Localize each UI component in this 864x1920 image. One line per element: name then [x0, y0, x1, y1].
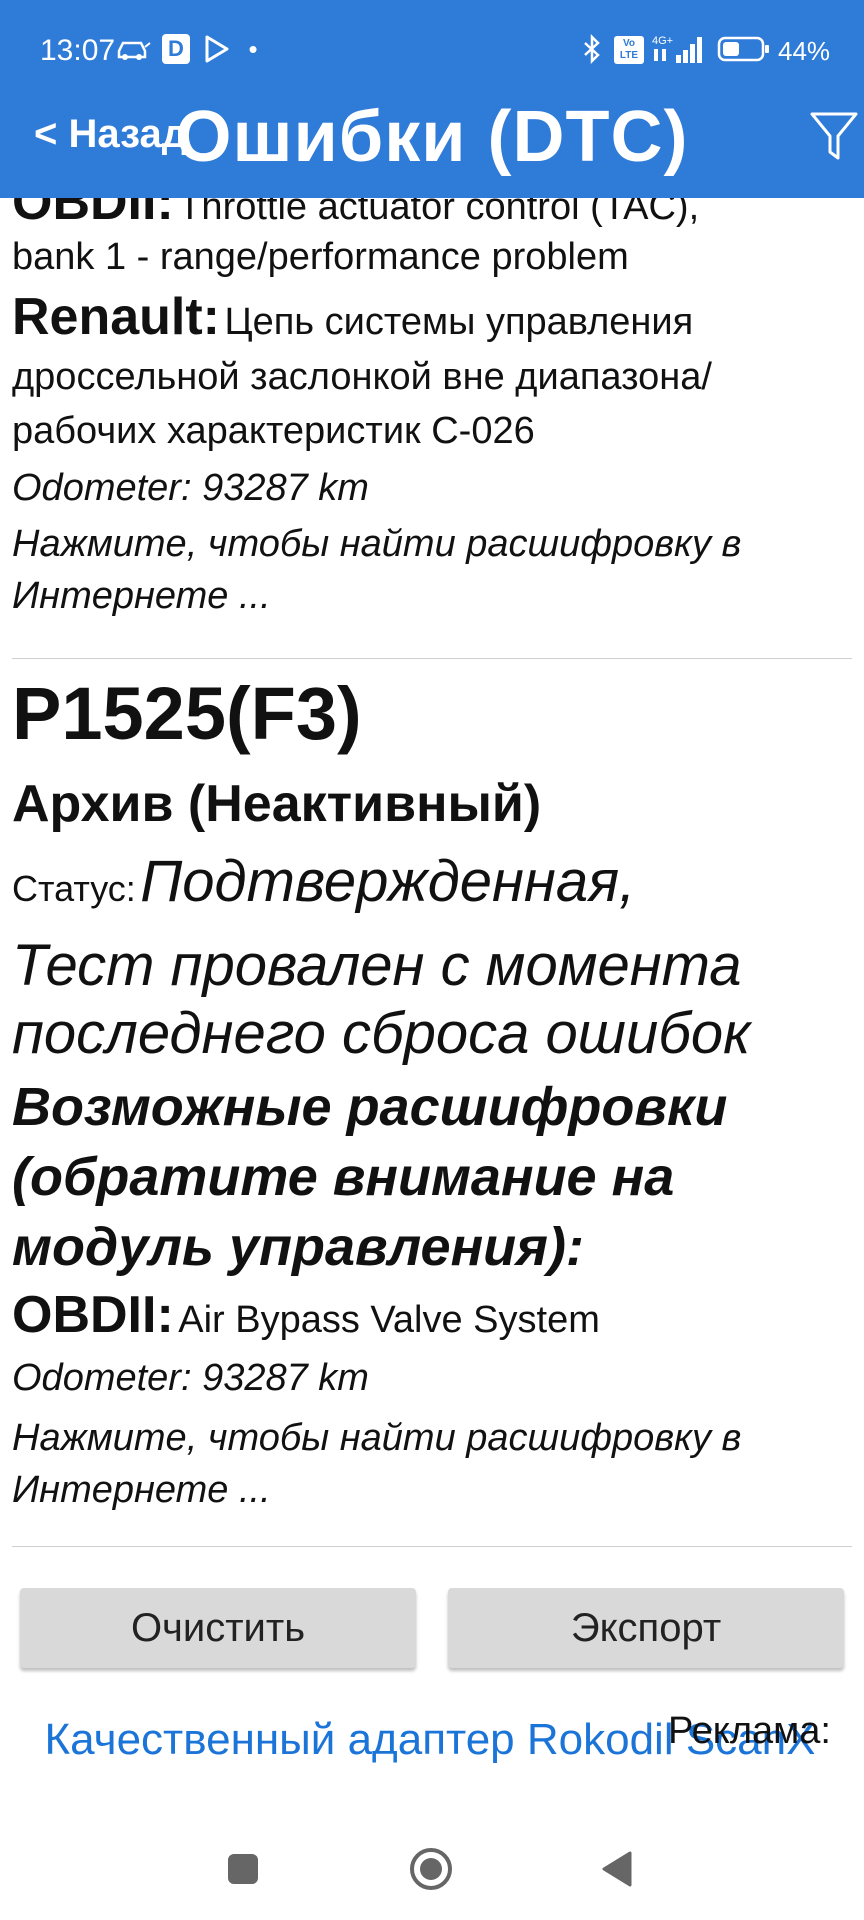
obd-description-cont: bank 1 - range/performance problem [12, 236, 629, 278]
possible-heading: Возможные расшифровки [12, 1077, 728, 1137]
maker-label: Renault: [12, 288, 220, 346]
triangle-back-icon[interactable] [600, 1850, 634, 1893]
dtc-code: P1525(F3) [12, 672, 362, 755]
status-bar: 13:07 D • Vo LTE 4G+ 44% [0, 0, 864, 100]
status-value: Подтвержденная, [140, 849, 636, 914]
obd-description: Throttle actuator control (TAC), [178, 198, 700, 228]
odometer: Odometer: 93287 km [12, 1357, 369, 1399]
obd-label: OBDII: [12, 1286, 174, 1344]
car-icon [112, 32, 154, 66]
possible-heading-cont: (обратите внимание на [12, 1147, 675, 1207]
maker-description-cont: дроссельной заслонкой вне диапазона/ [12, 356, 712, 398]
battery-percent: 44% [778, 36, 831, 66]
navigation-bar [0, 1820, 864, 1920]
battery-icon [716, 32, 772, 66]
circle-icon[interactable] [408, 1846, 454, 1897]
search-link-cont[interactable]: Интернете ... [12, 570, 852, 622]
export-button[interactable]: Экспорт [448, 1588, 844, 1668]
maker-description: Цепь системы управления [224, 301, 694, 343]
search-link-cont[interactable]: Интернете ... [12, 1464, 852, 1516]
dtc-entry-top[interactable]: OBDII: Throttle actuator control (TAC), … [12, 198, 852, 622]
play-store-icon [202, 32, 232, 66]
status-line: Статус: Подтвержденная, [12, 848, 852, 932]
dtc-archive-state: Архив (Неактивный) [12, 775, 542, 833]
notification-dot-icon: • [248, 33, 258, 64]
obd-description: Air Bypass Valve System [178, 1299, 600, 1341]
square-icon[interactable] [226, 1852, 260, 1891]
divider [12, 1546, 852, 1547]
possible-heading-cont: модуль управления): [12, 1217, 584, 1277]
dtc-entry[interactable]: P1525(F3) Архив (Неактивный) Статус: Под… [12, 664, 852, 1516]
status-label: Статус: [12, 868, 136, 909]
page-title: Ошибки (DTC) [175, 97, 689, 177]
divider [12, 658, 852, 659]
obd-line: OBDII: Throttle actuator control (TAC), [12, 198, 852, 230]
volte-icon: Vo LTE [614, 36, 644, 64]
signal-icon: 4G+ [650, 32, 706, 66]
odometer: Odometer: 93287 km [12, 467, 369, 509]
bluetooth-icon [578, 32, 606, 66]
dtc-list[interactable]: OBDII: Throttle actuator control (TAC), … [0, 198, 864, 1578]
clear-button[interactable]: Очистить [20, 1588, 416, 1668]
search-link[interactable]: Нажмите, чтобы найти расшифровку в [12, 1412, 852, 1464]
d-app-icon: D [162, 34, 190, 64]
app-bar: 13:07 D • Vo LTE 4G+ 44% < Назад Ошибки … [0, 0, 864, 198]
svg-text:4G+: 4G+ [652, 35, 673, 47]
status-value-cont: последнего сброса ошибок [12, 1001, 751, 1066]
status-time: 13:07 [40, 34, 116, 67]
maker-line: Renault: Цепь системы управления [12, 284, 852, 350]
obd-line: OBDII: Air Bypass Valve System [12, 1282, 852, 1348]
status-value-cont: Тест провален с момента [12, 933, 742, 998]
obd-label: OBDII: [12, 198, 174, 231]
search-link[interactable]: Нажмите, чтобы найти расшифровку в [12, 518, 852, 570]
filter-icon[interactable] [808, 106, 860, 166]
maker-description-cont: рабочих характеристик C-026 [12, 410, 535, 452]
ad-label: Реклама: [668, 1710, 831, 1752]
